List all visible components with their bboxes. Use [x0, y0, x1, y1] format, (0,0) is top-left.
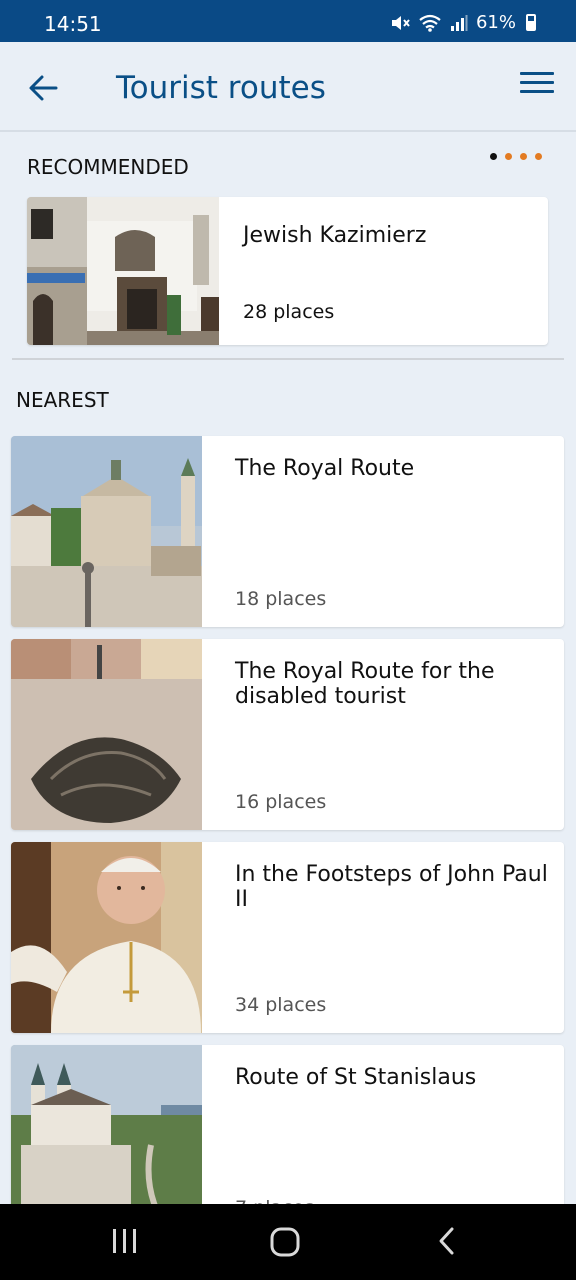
nearest-route-card[interactable]: The Royal Route 18 places — [11, 436, 564, 627]
hamburger-menu-icon — [520, 72, 554, 75]
home-button[interactable] — [269, 1226, 301, 1263]
menu-button[interactable] — [520, 72, 554, 100]
back-nav-button[interactable] — [434, 1226, 462, 1261]
route-thumbnail — [11, 436, 202, 627]
signal-icon — [450, 14, 468, 31]
arrow-left-icon — [29, 75, 58, 101]
wifi-icon — [419, 14, 441, 32]
carousel-dot — [490, 153, 497, 160]
battery-percentage: 61% — [475, 12, 516, 33]
recommended-route-card[interactable]: Jewish Kazimierz 28 places — [27, 197, 548, 345]
carousel-dot — [535, 153, 542, 160]
route-thumbnail — [11, 842, 202, 1033]
route-name: Jewish Kazimierz — [243, 223, 427, 248]
carousel-dot — [520, 153, 527, 160]
section-divider — [12, 358, 564, 360]
route-name: Route of St Stanislaus — [235, 1065, 477, 1090]
mute-icon — [391, 15, 410, 30]
app-bar: Tourist routes — [0, 42, 576, 132]
battery-icon — [526, 14, 536, 31]
route-name: In the Footsteps of John Paul II — [235, 862, 548, 912]
route-places-count: 28 places — [243, 301, 335, 323]
recent-apps-icon — [113, 1229, 136, 1253]
nearest-label: NEAREST — [16, 388, 109, 412]
system-navigation-bar — [0, 1204, 576, 1280]
route-name: The Royal Route for the disabled tourist — [235, 659, 495, 709]
status-bar: 14:51 61% — [0, 0, 576, 42]
route-name: The Royal Route — [235, 456, 415, 481]
page-title: Tourist routes — [116, 70, 326, 106]
recent-apps-button[interactable] — [110, 1226, 140, 1261]
route-places-count: 18 places — [235, 588, 327, 610]
nearest-route-card[interactable]: The Royal Route for the disabled tourist… — [11, 639, 564, 830]
status-time: 14:51 — [44, 12, 102, 36]
status-icons: 61% — [390, 12, 536, 33]
route-thumbnail — [27, 197, 219, 345]
hamburger-line — [520, 81, 554, 84]
recommended-label: RECOMMENDED — [27, 155, 189, 179]
home-icon — [270, 1227, 300, 1257]
chevron-left-icon — [439, 1227, 454, 1255]
route-places-count: 16 places — [235, 791, 327, 813]
carousel-indicator — [490, 153, 542, 160]
back-button[interactable] — [26, 70, 66, 106]
route-thumbnail — [11, 639, 202, 830]
hamburger-line — [520, 90, 554, 93]
nearest-route-card[interactable]: In the Footsteps of John Paul II 34 plac… — [11, 842, 564, 1033]
route-places-count: 34 places — [235, 994, 327, 1016]
carousel-dot — [505, 153, 512, 160]
